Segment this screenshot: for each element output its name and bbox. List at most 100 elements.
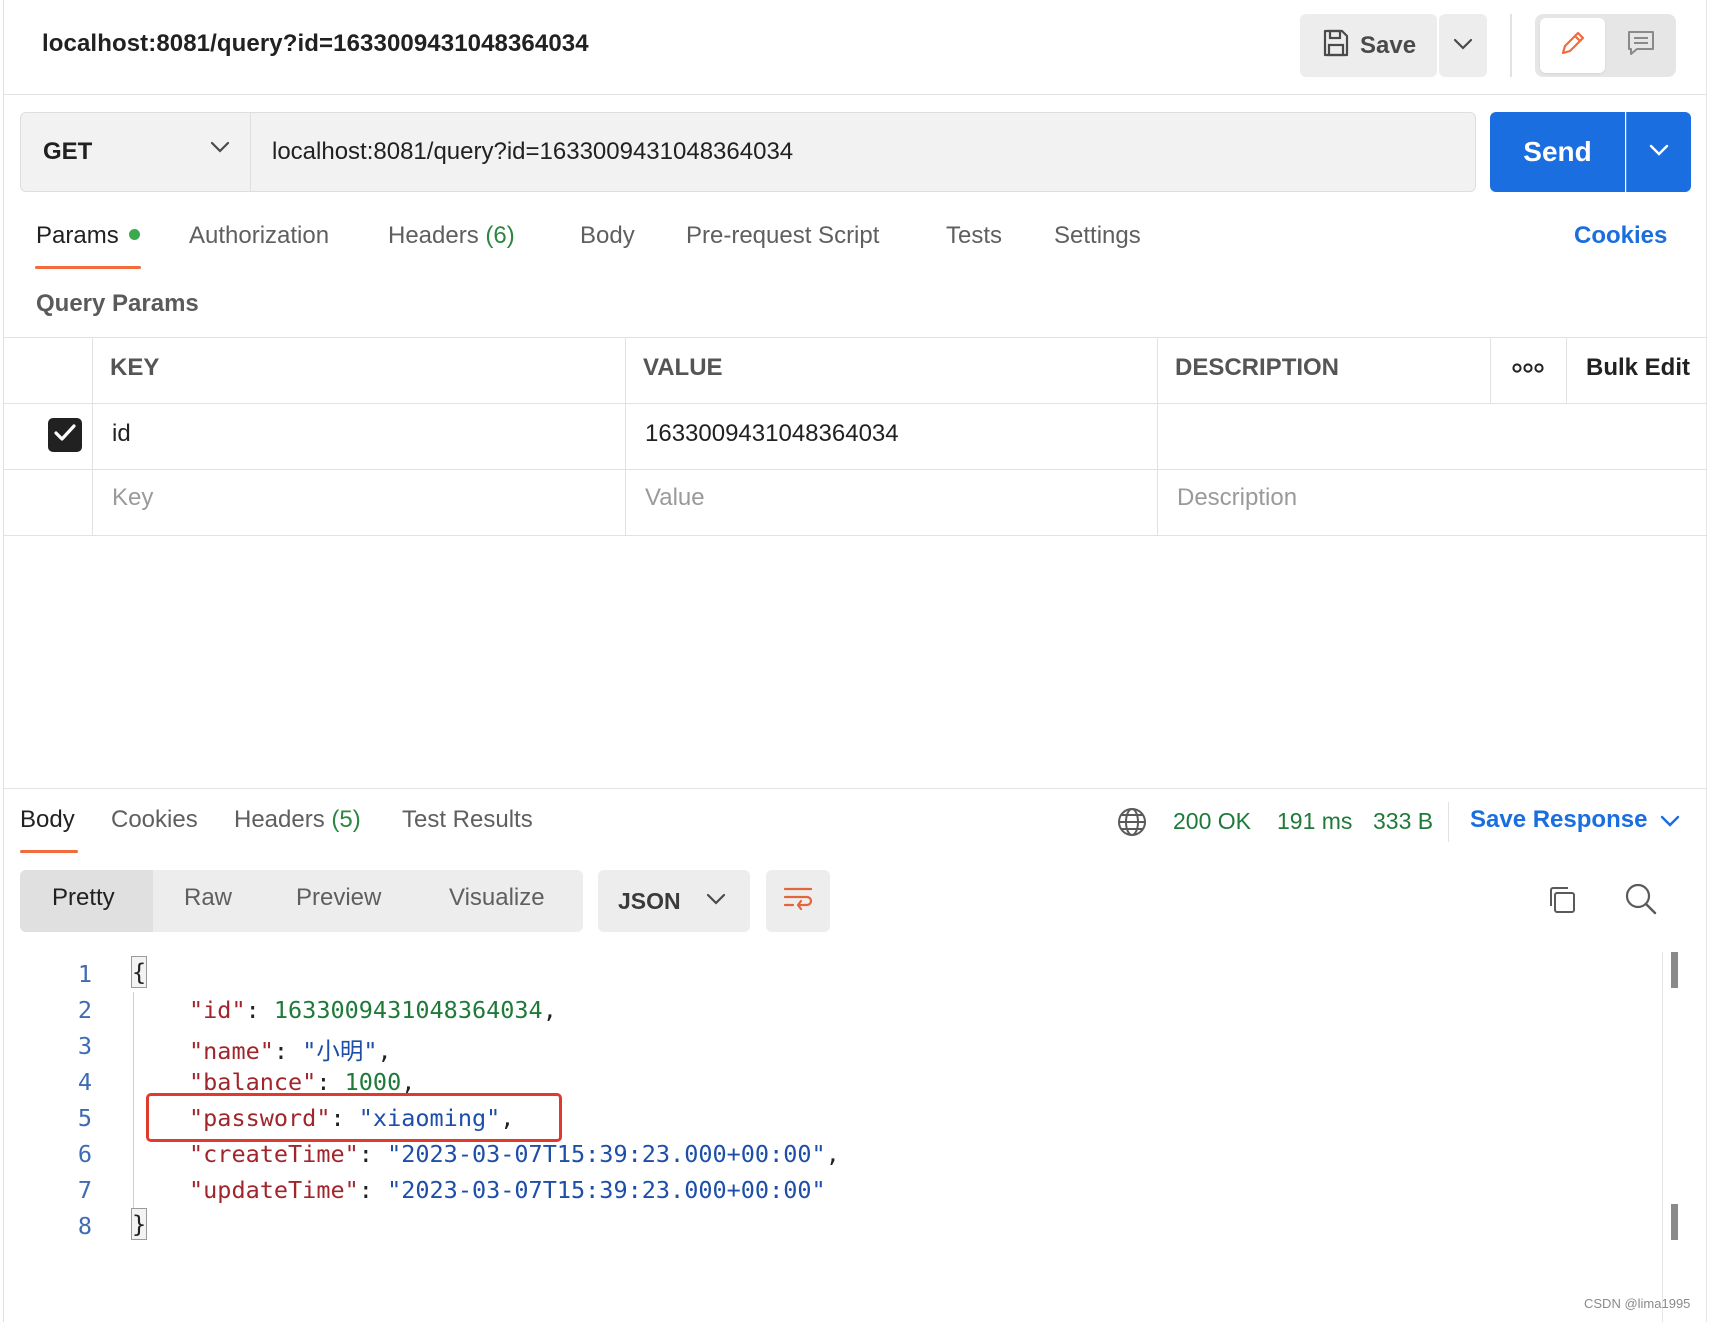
- tab-tests[interactable]: Tests: [946, 222, 1002, 250]
- line-number: 5: [77, 1104, 92, 1132]
- column-header-key: KEY: [110, 354, 160, 381]
- json-key: "name": [189, 1037, 274, 1065]
- watermark: CSDN @lima1995: [1584, 1296, 1691, 1311]
- response-tab-test-results[interactable]: Test Results: [402, 806, 533, 834]
- response-tab-headers[interactable]: Headers (5): [234, 806, 361, 834]
- json-colon: :: [273, 1037, 303, 1065]
- tab-label: Headers: [388, 222, 479, 249]
- search-icon[interactable]: [1624, 882, 1658, 921]
- param-value-cell[interactable]: 1633009431048364034: [645, 420, 899, 448]
- json-comma: ,: [401, 1068, 416, 1096]
- format-select[interactable]: JSON: [598, 870, 750, 932]
- param-description-cell[interactable]: [1177, 420, 1677, 450]
- comments-button[interactable]: [1608, 18, 1673, 73]
- toolbar-divider: [1510, 14, 1512, 77]
- send-options-button[interactable]: [1626, 112, 1691, 192]
- save-button-label: Save: [1360, 31, 1417, 59]
- chevron-down-icon: [1453, 37, 1473, 55]
- tab-pre-request-script[interactable]: Pre-request Script: [686, 222, 879, 250]
- tab-authorization[interactable]: Authorization: [189, 222, 329, 250]
- json-colon: :: [358, 1176, 388, 1204]
- json-line-name[interactable]: "name": "小明",: [189, 1032, 392, 1066]
- check-icon: [53, 423, 77, 448]
- response-time[interactable]: 191 ms: [1277, 808, 1352, 835]
- json-colon: :: [358, 1140, 388, 1168]
- table-border-top: [3, 337, 1707, 338]
- param-enabled-checkbox[interactable]: [48, 418, 82, 452]
- save-button[interactable]: Save: [1300, 14, 1437, 77]
- json-key: "updateTime": [189, 1176, 359, 1204]
- save-response-button[interactable]: Save Response: [1470, 806, 1647, 834]
- new-param-description-input[interactable]: Description: [1177, 484, 1297, 512]
- tab-headers[interactable]: Headers (6): [388, 222, 515, 250]
- json-close-brace[interactable]: }: [131, 1208, 148, 1240]
- column-header-description: DESCRIPTION: [1175, 354, 1340, 381]
- view-mode-visualize[interactable]: Visualize: [449, 884, 545, 912]
- json-open-brace[interactable]: {: [131, 956, 148, 988]
- password-highlight-annotation: [146, 1093, 562, 1142]
- tab-label: Headers: [234, 806, 325, 833]
- table-col-divider: [1490, 337, 1491, 403]
- request-tab-title: localhost:8081/query?id=1633009431048364…: [42, 30, 589, 57]
- edit-mode-button[interactable]: [1540, 18, 1605, 73]
- json-value: 1633009431048364034: [273, 996, 543, 1024]
- new-param-value-input[interactable]: Value: [645, 484, 705, 512]
- headers-count: (5): [331, 806, 361, 833]
- view-mode-preview[interactable]: Preview: [296, 884, 381, 912]
- format-label: JSON: [618, 887, 681, 914]
- response-tab-cookies[interactable]: Cookies: [111, 806, 198, 834]
- bulk-edit-button[interactable]: Bulk Edit: [1586, 354, 1690, 382]
- view-mode-raw[interactable]: Raw: [184, 884, 232, 912]
- toolbar-divider: [1448, 802, 1449, 842]
- response-pane-divider[interactable]: [3, 788, 1707, 789]
- divider: [3, 94, 1707, 95]
- column-header-value: VALUE: [643, 354, 723, 381]
- json-comma: ,: [825, 1140, 840, 1168]
- copy-icon[interactable]: [1546, 884, 1578, 921]
- json-line-balance[interactable]: "balance": 1000,: [189, 1068, 415, 1096]
- view-mode-pretty[interactable]: Pretty: [52, 884, 115, 912]
- tab-settings[interactable]: Settings: [1054, 222, 1141, 250]
- globe-icon[interactable]: [1116, 806, 1148, 843]
- json-comma: ,: [377, 1037, 392, 1065]
- json-key: "id": [189, 996, 246, 1024]
- json-line-updatetime[interactable]: "updateTime": "2023-03-07T15:39:23.000+0…: [189, 1176, 826, 1204]
- response-tab-body[interactable]: Body: [20, 806, 75, 834]
- json-line-createtime[interactable]: "createTime": "2023-03-07T15:39:23.000+0…: [189, 1140, 840, 1168]
- json-value: 1000: [344, 1068, 402, 1096]
- editor-scrollbar-marker[interactable]: [1671, 952, 1678, 988]
- new-param-key-input[interactable]: Key: [112, 484, 153, 512]
- table-row-divider: [3, 403, 1707, 404]
- status-code[interactable]: 200 OK: [1173, 808, 1251, 835]
- pencil-icon: [1558, 28, 1588, 63]
- save-icon: [1322, 28, 1350, 63]
- window-border-right: [1706, 0, 1707, 1322]
- send-button[interactable]: Send: [1490, 112, 1625, 192]
- wrap-lines-icon: [782, 885, 814, 918]
- save-options-button[interactable]: [1439, 14, 1487, 77]
- tab-params[interactable]: Params: [36, 222, 140, 250]
- more-icon[interactable]: [1512, 360, 1544, 381]
- response-size[interactable]: 333 B: [1373, 808, 1433, 835]
- query-params-title: Query Params: [36, 290, 199, 317]
- method-select[interactable]: GET: [21, 113, 251, 191]
- chevron-down-icon[interactable]: [1660, 814, 1680, 832]
- json-line-id[interactable]: "id": 1633009431048364034,: [189, 996, 557, 1024]
- cookies-link[interactable]: Cookies: [1574, 222, 1667, 250]
- table-col-divider: [92, 337, 93, 535]
- editor-scrollbar-marker[interactable]: [1671, 1204, 1678, 1240]
- table-border-bottom: [3, 535, 1707, 536]
- wrap-lines-button[interactable]: [766, 870, 830, 932]
- json-value: "2023-03-07T15:39:23.000+00:00": [387, 1176, 826, 1204]
- chevron-down-icon: [1649, 143, 1669, 161]
- json-key: "createTime": [189, 1140, 359, 1168]
- editor-scroll-track[interactable]: [1662, 952, 1663, 1322]
- tab-body[interactable]: Body: [580, 222, 635, 250]
- params-active-dot: [128, 229, 140, 240]
- param-key-cell[interactable]: id: [112, 420, 131, 448]
- json-value: "小明": [302, 1037, 378, 1065]
- json-key: "balance": [189, 1068, 317, 1096]
- json-value: "2023-03-07T15:39:23.000+00:00": [387, 1140, 826, 1168]
- table-col-divider: [625, 337, 626, 535]
- url-input[interactable]: localhost:8081/query?id=1633009431048364…: [252, 113, 1474, 191]
